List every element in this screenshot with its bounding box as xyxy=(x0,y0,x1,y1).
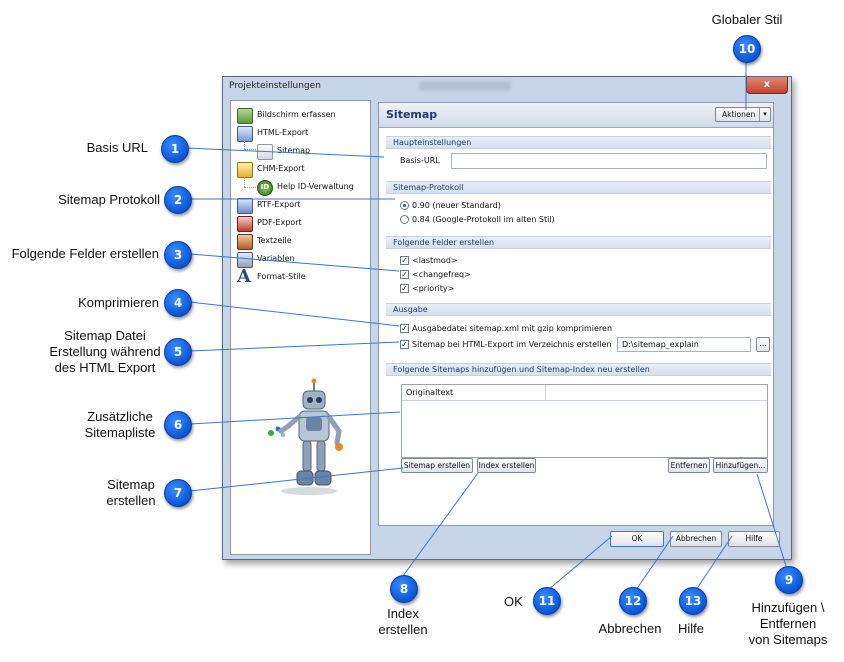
annotation-8-line1: Index xyxy=(387,606,419,621)
annotation-5-line3: des HTML Export xyxy=(54,360,156,375)
annotation-10-badge: 10 xyxy=(733,35,761,63)
annotation-13-text: Hilfe xyxy=(677,621,704,636)
annotation-9-line1: Hinzufügen \ xyxy=(751,600,825,615)
annotation-3-text: Folgende Felder erstellen xyxy=(11,246,159,261)
annotation-7-text: Sitemap erstellen xyxy=(96,477,166,509)
annotation-8-line2: erstellen xyxy=(378,622,428,637)
annotation-4-text: Komprimieren xyxy=(78,295,159,310)
annotation-9-line2: Entfernen xyxy=(759,616,817,631)
annotation-9-badge: 9 xyxy=(775,566,803,594)
annotation-8-badge: 8 xyxy=(390,575,418,603)
annotation-1-badge: 1 xyxy=(161,135,189,163)
annotation-12-badge: 12 xyxy=(619,587,647,615)
annotation-9-line3: von Sitemaps xyxy=(748,632,828,647)
annotation-1-text: Basis URL xyxy=(86,140,148,155)
annotation-7-line2: erstellen xyxy=(106,493,156,508)
annotation-5-text: Sitemap Datei Erstellung während des HTM… xyxy=(30,328,180,376)
annotation-9-text: Hinzufügen \ Entfernen von Sitemaps xyxy=(734,600,842,648)
annotation-11-text: OK xyxy=(504,594,523,609)
annotation-13-badge: 13 xyxy=(679,587,707,615)
annotation-7-badge: 7 xyxy=(164,479,192,507)
annotation-8-text: Index erstellen xyxy=(363,606,443,638)
annotation-3-badge: 3 xyxy=(164,241,192,269)
annotation-4-badge: 4 xyxy=(164,289,192,317)
annotation-11-badge: 11 xyxy=(533,587,561,615)
annotation-7-line1: Sitemap xyxy=(107,477,155,492)
annotation-2-text: Sitemap Protokoll xyxy=(58,192,160,207)
annotation-5-badge: 5 xyxy=(164,338,192,366)
annotation-5-line2: Erstellung während xyxy=(49,344,161,359)
annotation-6-badge: 6 xyxy=(164,411,192,439)
annotation-2-badge: 2 xyxy=(164,186,192,214)
annotation-5-line1: Sitemap Datei xyxy=(64,328,146,343)
annotation-12-text: Abbrechen xyxy=(598,621,662,636)
annotation-10-text: Globaler Stil xyxy=(711,12,783,27)
annotation-6-line1: Zusätzliche xyxy=(87,409,153,424)
annotation-6-text: Zusätzliche Sitemapliste xyxy=(70,409,170,441)
annotation-6-line2: Sitemapliste xyxy=(84,425,156,440)
